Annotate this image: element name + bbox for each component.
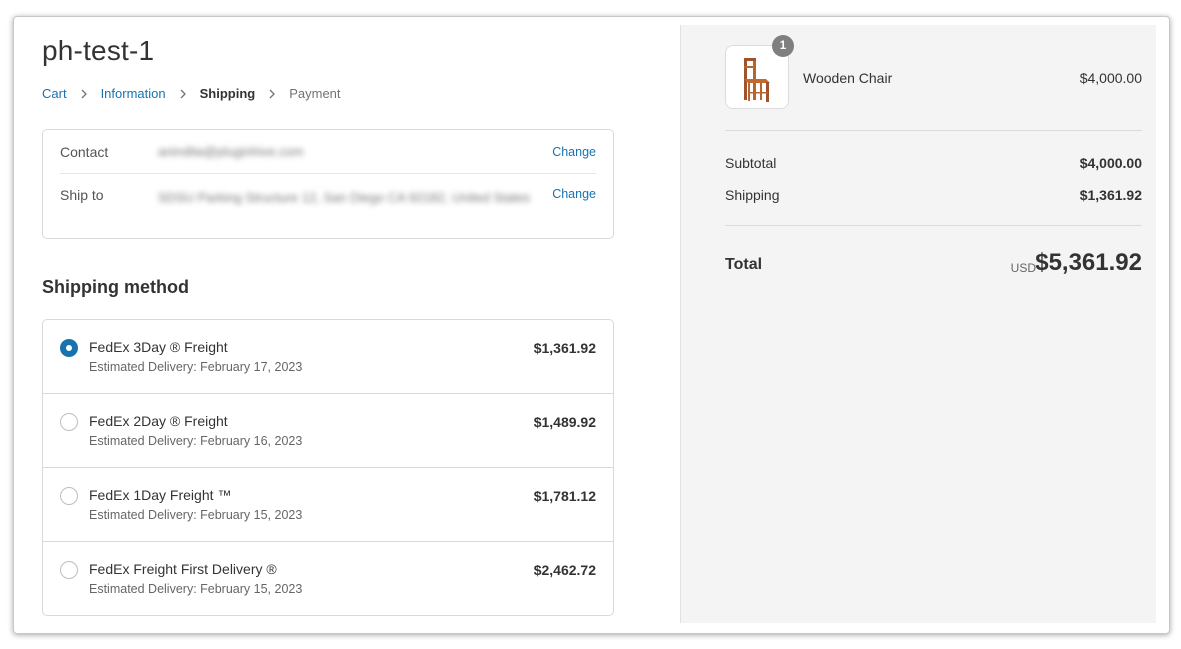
total-currency: USD bbox=[1010, 261, 1036, 275]
radio-button[interactable] bbox=[60, 339, 78, 357]
shipping-value: $1,361.92 bbox=[1079, 187, 1142, 203]
contact-value: anindita@pluginhive.com bbox=[158, 144, 304, 159]
order-summary: 1 Wooden Chair $4,000.00 Subtotal $4,000… bbox=[680, 25, 1156, 623]
breadcrumb-cart[interactable]: Cart bbox=[42, 86, 67, 101]
total-label: Total bbox=[725, 256, 763, 273]
breadcrumb-shipping: Shipping bbox=[199, 86, 256, 101]
shipping-option[interactable]: FedEx 2Day ® Freight Estimated Delivery:… bbox=[43, 394, 613, 468]
shipping-option-name: FedEx 2Day ® Freight bbox=[89, 413, 228, 429]
shipping-option-price: $1,489.92 bbox=[533, 414, 596, 430]
shipping-option-eta: Estimated Delivery: February 15, 2023 bbox=[89, 582, 303, 596]
ship-to-label: Ship to bbox=[60, 187, 104, 203]
radio-button[interactable] bbox=[60, 561, 78, 579]
shipping-option-name: FedEx Freight First Delivery ® bbox=[89, 561, 277, 577]
shipping-option-name: FedEx 1Day Freight ™ bbox=[89, 487, 232, 503]
radio-button[interactable] bbox=[60, 487, 78, 505]
shipping-option-name: FedEx 3Day ® Freight bbox=[89, 339, 228, 355]
shipping-label: Shipping bbox=[725, 187, 780, 203]
shipping-option[interactable]: FedEx 3Day ® Freight Estimated Delivery:… bbox=[43, 320, 613, 394]
shipping-option-eta: Estimated Delivery: February 16, 2023 bbox=[89, 434, 303, 448]
change-contact-link[interactable]: Change bbox=[552, 145, 596, 159]
radio-button[interactable] bbox=[60, 413, 78, 431]
review-box: Contact anindita@pluginhive.com Change S… bbox=[42, 129, 614, 239]
change-ship-to-link[interactable]: Change bbox=[552, 187, 596, 201]
breadcrumb: Cart Information Shipping Payment bbox=[42, 86, 341, 101]
shipping-option-price: $2,462.72 bbox=[533, 562, 596, 578]
shipping-option-eta: Estimated Delivery: February 17, 2023 bbox=[89, 360, 303, 374]
breadcrumb-payment: Payment bbox=[289, 86, 341, 101]
product-name: Wooden Chair bbox=[803, 70, 893, 86]
ship-to-value: SDSU Parking Structure 12, San Diego CA … bbox=[158, 190, 531, 205]
shipping-methods-list: FedEx 3Day ® Freight Estimated Delivery:… bbox=[42, 319, 614, 616]
contact-label: Contact bbox=[60, 143, 109, 160]
chevron-right-icon bbox=[81, 89, 87, 98]
shipping-option[interactable]: FedEx 1Day Freight ™ Estimated Delivery:… bbox=[43, 468, 613, 542]
shipping-option-price: $1,361.92 bbox=[533, 340, 596, 356]
review-contact-row: Contact anindita@pluginhive.com Change bbox=[60, 130, 596, 174]
review-ship-to-row: Ship to SDSU Parking Structure 12, San D… bbox=[60, 174, 596, 238]
checkout-main: ph-test-1 Cart Information Shipping Paym… bbox=[42, 17, 614, 633]
total-value: $5,361.92 bbox=[1035, 249, 1142, 276]
shipping-option[interactable]: FedEx Freight First Delivery ® Estimated… bbox=[43, 542, 613, 616]
subtotal-value: $4,000.00 bbox=[1079, 155, 1142, 171]
divider bbox=[725, 225, 1142, 226]
chevron-right-icon bbox=[180, 89, 186, 98]
quantity-badge: 1 bbox=[772, 35, 794, 57]
store-title[interactable]: ph-test-1 bbox=[42, 35, 154, 67]
shipping-option-price: $1,781.12 bbox=[533, 488, 596, 504]
subtotal-label: Subtotal bbox=[725, 155, 777, 171]
breadcrumb-information[interactable]: Information bbox=[101, 86, 166, 101]
chevron-right-icon bbox=[269, 89, 276, 98]
shipping-method-title: Shipping method bbox=[42, 277, 189, 297]
shipping-option-eta: Estimated Delivery: February 15, 2023 bbox=[89, 508, 303, 522]
divider bbox=[725, 130, 1142, 131]
checkout-window: ph-test-1 Cart Information Shipping Paym… bbox=[13, 16, 1170, 634]
product-price: $4,000.00 bbox=[1079, 70, 1142, 86]
